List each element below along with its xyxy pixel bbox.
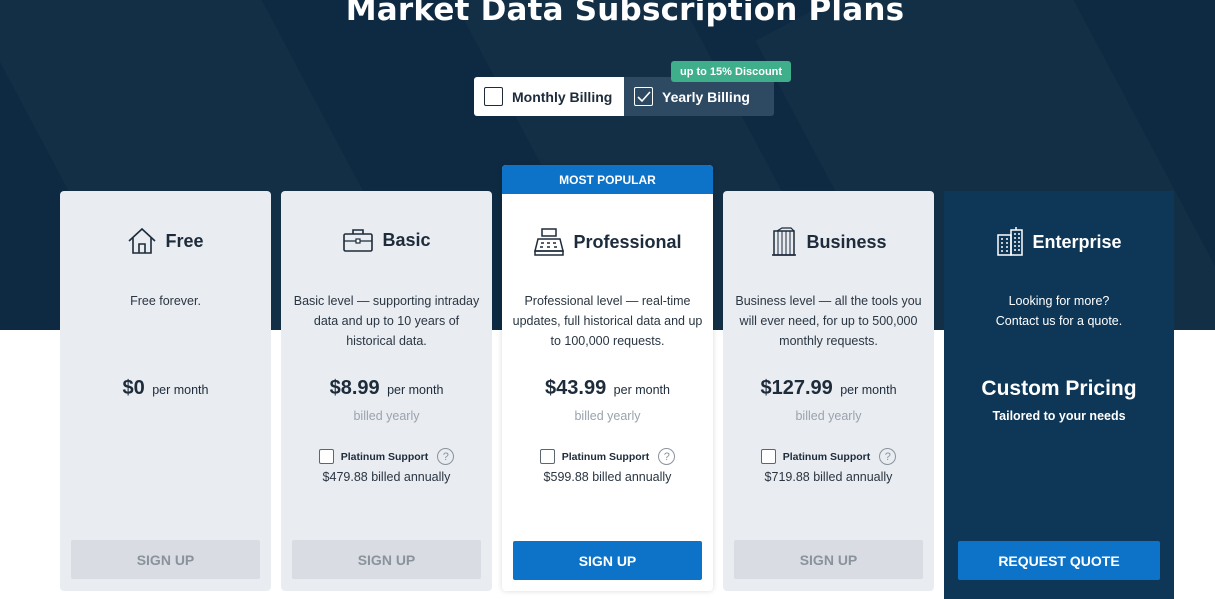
help-icon[interactable]: ? — [879, 448, 897, 465]
plan-name: Business — [806, 231, 887, 252]
support-annual-price: $719.88 billed annually — [764, 470, 893, 484]
platinum-support-label: Platinum Support — [340, 450, 429, 463]
building-icon — [772, 227, 797, 256]
platinum-support-label: Platinum Support — [782, 450, 871, 463]
plan-card-enterprise: Enterprise Looking for more? Contact us … — [944, 191, 1174, 599]
sign-up-button-basic[interactable]: SIGN UP — [292, 540, 481, 579]
price-row: $127.99 per month — [723, 377, 934, 400]
monthly-checkbox[interactable] — [484, 87, 503, 106]
plan-card-basic: Basic Basic level — supporting intraday … — [281, 191, 492, 591]
plan-price: $43.99 — [545, 377, 607, 399]
plan-description: Professional level — real-time updates, … — [512, 294, 703, 348]
checkmark-icon — [636, 90, 651, 102]
monthly-billing-label: Monthly Billing — [512, 88, 613, 105]
platinum-support-option: Platinum Support ? — [281, 448, 492, 465]
billed-note: billed yearly — [353, 409, 420, 423]
price-period: per month — [840, 383, 897, 397]
plan-name: Free — [165, 230, 204, 251]
page-title: Market Data Subscription Plans — [345, 0, 905, 28]
cash-register-icon — [534, 228, 565, 256]
price-period: per month — [152, 383, 209, 397]
custom-pricing-subtitle: Tailored to your needs — [992, 409, 1126, 423]
billing-toggle: Monthly Billing Yearly Billing — [474, 77, 774, 116]
most-popular-ribbon: MOST POPULAR — [502, 165, 713, 194]
support-annual-price: $479.88 billed annually — [322, 470, 451, 484]
request-quote-button[interactable]: REQUEST QUOTE — [958, 541, 1160, 580]
price-row: $0 per month — [60, 377, 271, 400]
platinum-support-option: Platinum Support ? — [502, 448, 713, 465]
help-icon[interactable]: ? — [658, 448, 676, 465]
yearly-billing-option[interactable]: Yearly Billing — [624, 77, 774, 116]
plan-description: Business level — all the tools you will … — [735, 294, 922, 348]
plan-card-free: Free Free forever. $0 per month SIGN UP — [60, 191, 271, 591]
billed-note: billed yearly — [795, 409, 862, 423]
office-buildings-icon — [997, 227, 1024, 256]
support-annual-price: $599.88 billed annually — [543, 470, 672, 484]
plan-description: Free forever. — [130, 294, 201, 308]
platinum-support-label: Platinum Support — [561, 450, 650, 463]
plan-header: Basic — [281, 227, 492, 253]
plan-header: Professional — [502, 227, 713, 257]
help-icon[interactable]: ? — [437, 448, 455, 465]
price-period: per month — [387, 383, 444, 397]
sign-up-button-free[interactable]: SIGN UP — [71, 540, 260, 579]
plan-name: Professional — [573, 231, 682, 252]
plan-price: $0 — [122, 377, 145, 399]
plan-header: Free — [60, 227, 271, 255]
plan-card-business: Business Business level — all the tools … — [723, 191, 934, 591]
platinum-support-checkbox[interactable] — [539, 449, 555, 464]
monthly-billing-option[interactable]: Monthly Billing — [474, 77, 624, 116]
platinum-support-checkbox[interactable] — [318, 449, 334, 464]
briefcase-icon — [343, 229, 374, 252]
house-icon — [128, 227, 157, 254]
plan-name: Basic — [382, 229, 431, 250]
price-row: $43.99 per month — [502, 377, 713, 400]
plan-header: Enterprise — [944, 227, 1174, 257]
platinum-support-checkbox[interactable] — [760, 449, 776, 464]
yearly-billing-label: Yearly Billing — [662, 88, 750, 105]
custom-pricing-label: Custom Pricing — [981, 377, 1137, 400]
sign-up-button-business[interactable]: SIGN UP — [734, 540, 923, 579]
plan-description: Looking for more? Contact us for a quote… — [995, 294, 1123, 328]
plan-header: Business — [723, 227, 934, 257]
price-period: per month — [613, 383, 670, 397]
plan-description: Basic level — supporting intraday data a… — [293, 294, 480, 348]
billed-note: billed yearly — [574, 409, 641, 423]
price-row: $8.99 per month — [281, 377, 492, 400]
discount-badge: up to 15% Discount — [671, 61, 792, 82]
plan-name: Enterprise — [1032, 231, 1122, 252]
yearly-checkbox[interactable] — [634, 87, 653, 106]
plan-price: $127.99 — [760, 377, 833, 399]
plan-card-professional: MOST POPULAR Professional Professional l… — [502, 165, 713, 591]
plan-price: $8.99 — [329, 377, 380, 399]
sign-up-button-professional[interactable]: SIGN UP — [513, 541, 702, 580]
platinum-support-option: Platinum Support ? — [723, 448, 934, 465]
